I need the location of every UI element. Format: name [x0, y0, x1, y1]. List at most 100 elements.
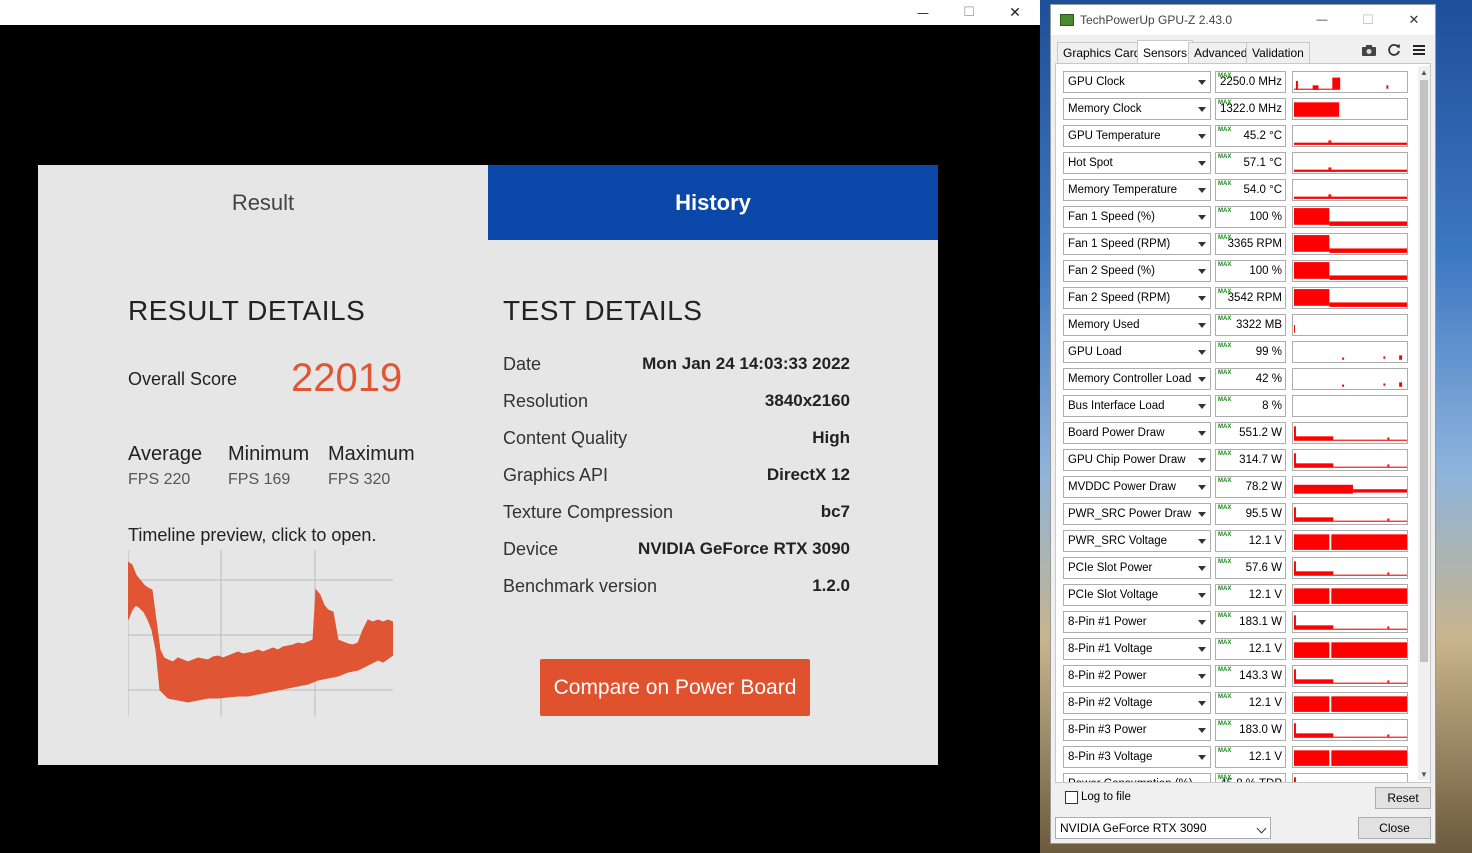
sensor-name-dropdown[interactable]: PWR_SRC Voltage	[1063, 530, 1211, 552]
reset-button[interactable]: Reset	[1375, 787, 1431, 809]
sensor-graph[interactable]	[1292, 530, 1408, 552]
tab-advanced[interactable]: Advanced	[1188, 42, 1254, 63]
sensor-graph[interactable]	[1292, 665, 1408, 687]
sensor-graph[interactable]	[1292, 557, 1408, 579]
sensors-panel: GPU Clock MAX 2250.0 MHz Memory Clock MAX 132…	[1055, 63, 1431, 783]
sensor-graph[interactable]	[1292, 98, 1408, 120]
sensor-name-dropdown[interactable]: GPU Load	[1063, 341, 1211, 363]
sensor-name-dropdown[interactable]: Bus Interface Load	[1063, 395, 1211, 417]
chevron-down-icon	[1198, 269, 1206, 274]
sensor-name-dropdown[interactable]: 8-Pin #1 Voltage	[1063, 638, 1211, 660]
sensor-graph[interactable]	[1292, 260, 1408, 282]
tab-validation[interactable]: Validation	[1246, 42, 1310, 63]
max-tag: MAX	[1218, 370, 1232, 376]
sensor-graph[interactable]	[1292, 314, 1408, 336]
sensor-name-dropdown[interactable]: PWR_SRC Power Draw	[1063, 503, 1211, 525]
sensor-graph[interactable]	[1292, 773, 1408, 782]
tab-history[interactable]: History	[488, 165, 938, 240]
maximize-button[interactable]: ☐	[946, 0, 992, 25]
sensor-name-dropdown[interactable]: GPU Chip Power Draw	[1063, 449, 1211, 471]
refresh-icon[interactable]	[1385, 41, 1403, 59]
sensor-name-dropdown[interactable]: GPU Temperature	[1063, 125, 1211, 147]
tab-result[interactable]: Result	[38, 165, 488, 240]
sensor-graph[interactable]	[1292, 152, 1408, 174]
sensor-graph[interactable]	[1292, 71, 1408, 93]
max-tag: MAX	[1218, 127, 1232, 133]
sensor-graph[interactable]	[1292, 692, 1408, 714]
sensor-graph[interactable]	[1292, 179, 1408, 201]
sensor-name-dropdown[interactable]: 8-Pin #1 Power	[1063, 611, 1211, 633]
sensor-name-dropdown[interactable]: 8-Pin #2 Voltage	[1063, 692, 1211, 714]
tab-graphics-card[interactable]: Graphics Card	[1057, 42, 1147, 63]
benchmark-title-bar: — ☐ ✕	[0, 0, 1040, 25]
sensor-value-text: 100 %	[1249, 265, 1282, 277]
chevron-down-icon	[1198, 485, 1206, 490]
max-tag: MAX	[1218, 694, 1232, 700]
camera-icon[interactable]	[1360, 41, 1378, 59]
sensor-name-dropdown[interactable]: GPU Clock	[1063, 71, 1211, 93]
close-button-bottom[interactable]: Close	[1358, 817, 1431, 839]
max-tag: MAX	[1218, 343, 1232, 349]
sensor-value-text: 45.2 °C	[1243, 130, 1282, 142]
sensor-graph[interactable]	[1292, 476, 1408, 498]
gpuz-minimize-button[interactable]: —	[1307, 9, 1337, 31]
scroll-up-icon[interactable]: ▲	[1419, 66, 1429, 78]
timeline-preview[interactable]	[128, 550, 393, 717]
scroll-down-icon[interactable]: ▼	[1419, 768, 1429, 780]
chevron-down-icon	[1198, 242, 1206, 247]
sensor-name-dropdown[interactable]: 8-Pin #3 Voltage	[1063, 746, 1211, 768]
sensor-name-dropdown[interactable]: Board Power Draw	[1063, 422, 1211, 444]
sensor-graph[interactable]	[1292, 395, 1408, 417]
sensor-name-dropdown[interactable]: Memory Used	[1063, 314, 1211, 336]
close-button[interactable]: ✕	[992, 0, 1038, 25]
sensor-name-dropdown[interactable]: MVDDC Power Draw	[1063, 476, 1211, 498]
sensor-scrollbar[interactable]: ▲ ▼	[1418, 66, 1430, 780]
gpuz-maximize-button[interactable]: ☐	[1353, 9, 1383, 31]
sensor-name-dropdown[interactable]: Fan 2 Speed (RPM)	[1063, 287, 1211, 309]
test-details-heading: TEST DETAILS	[503, 295, 703, 326]
sensor-graph[interactable]	[1292, 233, 1408, 255]
test-key: Texture Compression	[503, 501, 674, 522]
gpu-select-dropdown[interactable]: NVIDIA GeForce RTX 3090	[1055, 817, 1271, 839]
sensor-graph[interactable]	[1292, 449, 1408, 471]
sensor-value-text: 3365 RPM	[1227, 238, 1282, 250]
chevron-down-icon	[1198, 188, 1206, 193]
max-tag: MAX	[1218, 640, 1232, 646]
scroll-thumb[interactable]	[1420, 80, 1428, 662]
overall-score-value: 22019	[291, 356, 403, 400]
sensor-graph[interactable]	[1292, 746, 1408, 768]
sensor-graph[interactable]	[1292, 503, 1408, 525]
sensor-name-dropdown[interactable]: Hot Spot	[1063, 152, 1211, 174]
sensor-name-dropdown[interactable]: Memory Controller Load	[1063, 368, 1211, 390]
menu-icon[interactable]	[1410, 41, 1428, 59]
tab-sensors[interactable]: Sensors	[1137, 40, 1194, 64]
sensor-graph[interactable]	[1292, 422, 1408, 444]
gpuz-close-button[interactable]: ✕	[1399, 9, 1429, 31]
sensor-name-dropdown[interactable]: 8-Pin #2 Power	[1063, 665, 1211, 687]
log-to-file-checkbox[interactable]	[1065, 791, 1078, 804]
sensor-value-text: 78.2 W	[1245, 481, 1282, 493]
sensor-graph[interactable]	[1292, 719, 1408, 741]
sensor-graph[interactable]	[1292, 638, 1408, 660]
sensor-graph[interactable]	[1292, 206, 1408, 228]
sensor-name-dropdown[interactable]: Fan 1 Speed (%)	[1063, 206, 1211, 228]
sensor-name-dropdown[interactable]: PCIe Slot Power	[1063, 557, 1211, 579]
sensor-graph[interactable]	[1292, 611, 1408, 633]
sensor-name-dropdown[interactable]: 8-Pin #3 Power	[1063, 719, 1211, 741]
sensor-graph[interactable]	[1292, 287, 1408, 309]
minimize-button[interactable]: —	[900, 0, 946, 25]
sensor-row: GPU Chip Power Draw MAX 314.7 W	[1063, 449, 1413, 471]
sensor-name-dropdown[interactable]: Memory Temperature	[1063, 179, 1211, 201]
sensor-name-dropdown[interactable]: Fan 2 Speed (%)	[1063, 260, 1211, 282]
sensor-name-dropdown[interactable]: Fan 1 Speed (RPM)	[1063, 233, 1211, 255]
sensor-name-dropdown[interactable]: Power Consumption (%)	[1063, 773, 1211, 782]
gpuz-title: TechPowerUp GPU-Z 2.43.0	[1080, 13, 1233, 27]
sensor-graph[interactable]	[1292, 125, 1408, 147]
sensor-name-dropdown[interactable]: PCIe Slot Voltage	[1063, 584, 1211, 606]
compare-on-power-board-button[interactable]: Compare on Power Board	[540, 659, 810, 716]
sensor-graph[interactable]	[1292, 584, 1408, 606]
sensor-graph[interactable]	[1292, 368, 1408, 390]
sensor-graph[interactable]	[1292, 341, 1408, 363]
max-tag: MAX	[1218, 451, 1232, 457]
sensor-name-dropdown[interactable]: Memory Clock	[1063, 98, 1211, 120]
